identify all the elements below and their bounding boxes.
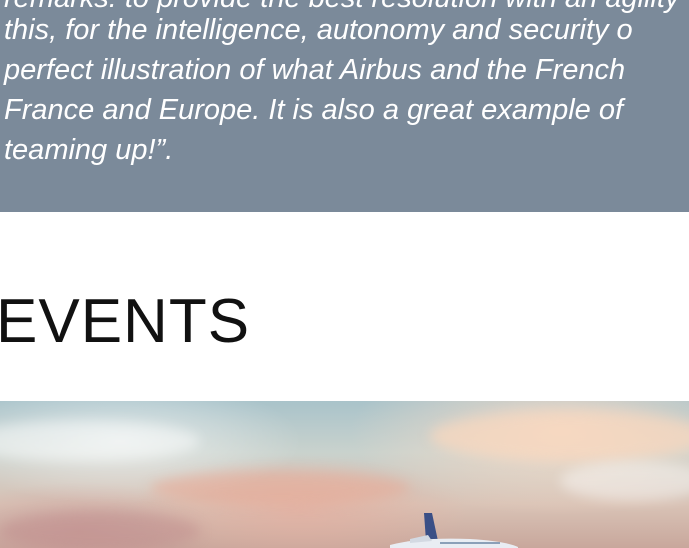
cloud-shape [150, 471, 410, 505]
quote-line: teaming up!”. [4, 134, 174, 166]
cloud-shape [0, 511, 200, 548]
events-hero-image[interactable] [0, 401, 689, 548]
quote-line: France and Europe. It is also a great ex… [4, 94, 624, 126]
cloud-shape [560, 461, 689, 501]
quote-block: remarks: to provide the best resolution … [0, 0, 689, 212]
quote-line: perfect illustration of what Airbus and … [4, 54, 626, 86]
cloud-shape [430, 411, 689, 461]
cloud-shape [0, 421, 200, 461]
quote-line: this, for the intelligence, autonomy and… [4, 14, 633, 46]
aircraft-icon [390, 513, 518, 548]
events-heading: EVENTS [0, 287, 251, 356]
